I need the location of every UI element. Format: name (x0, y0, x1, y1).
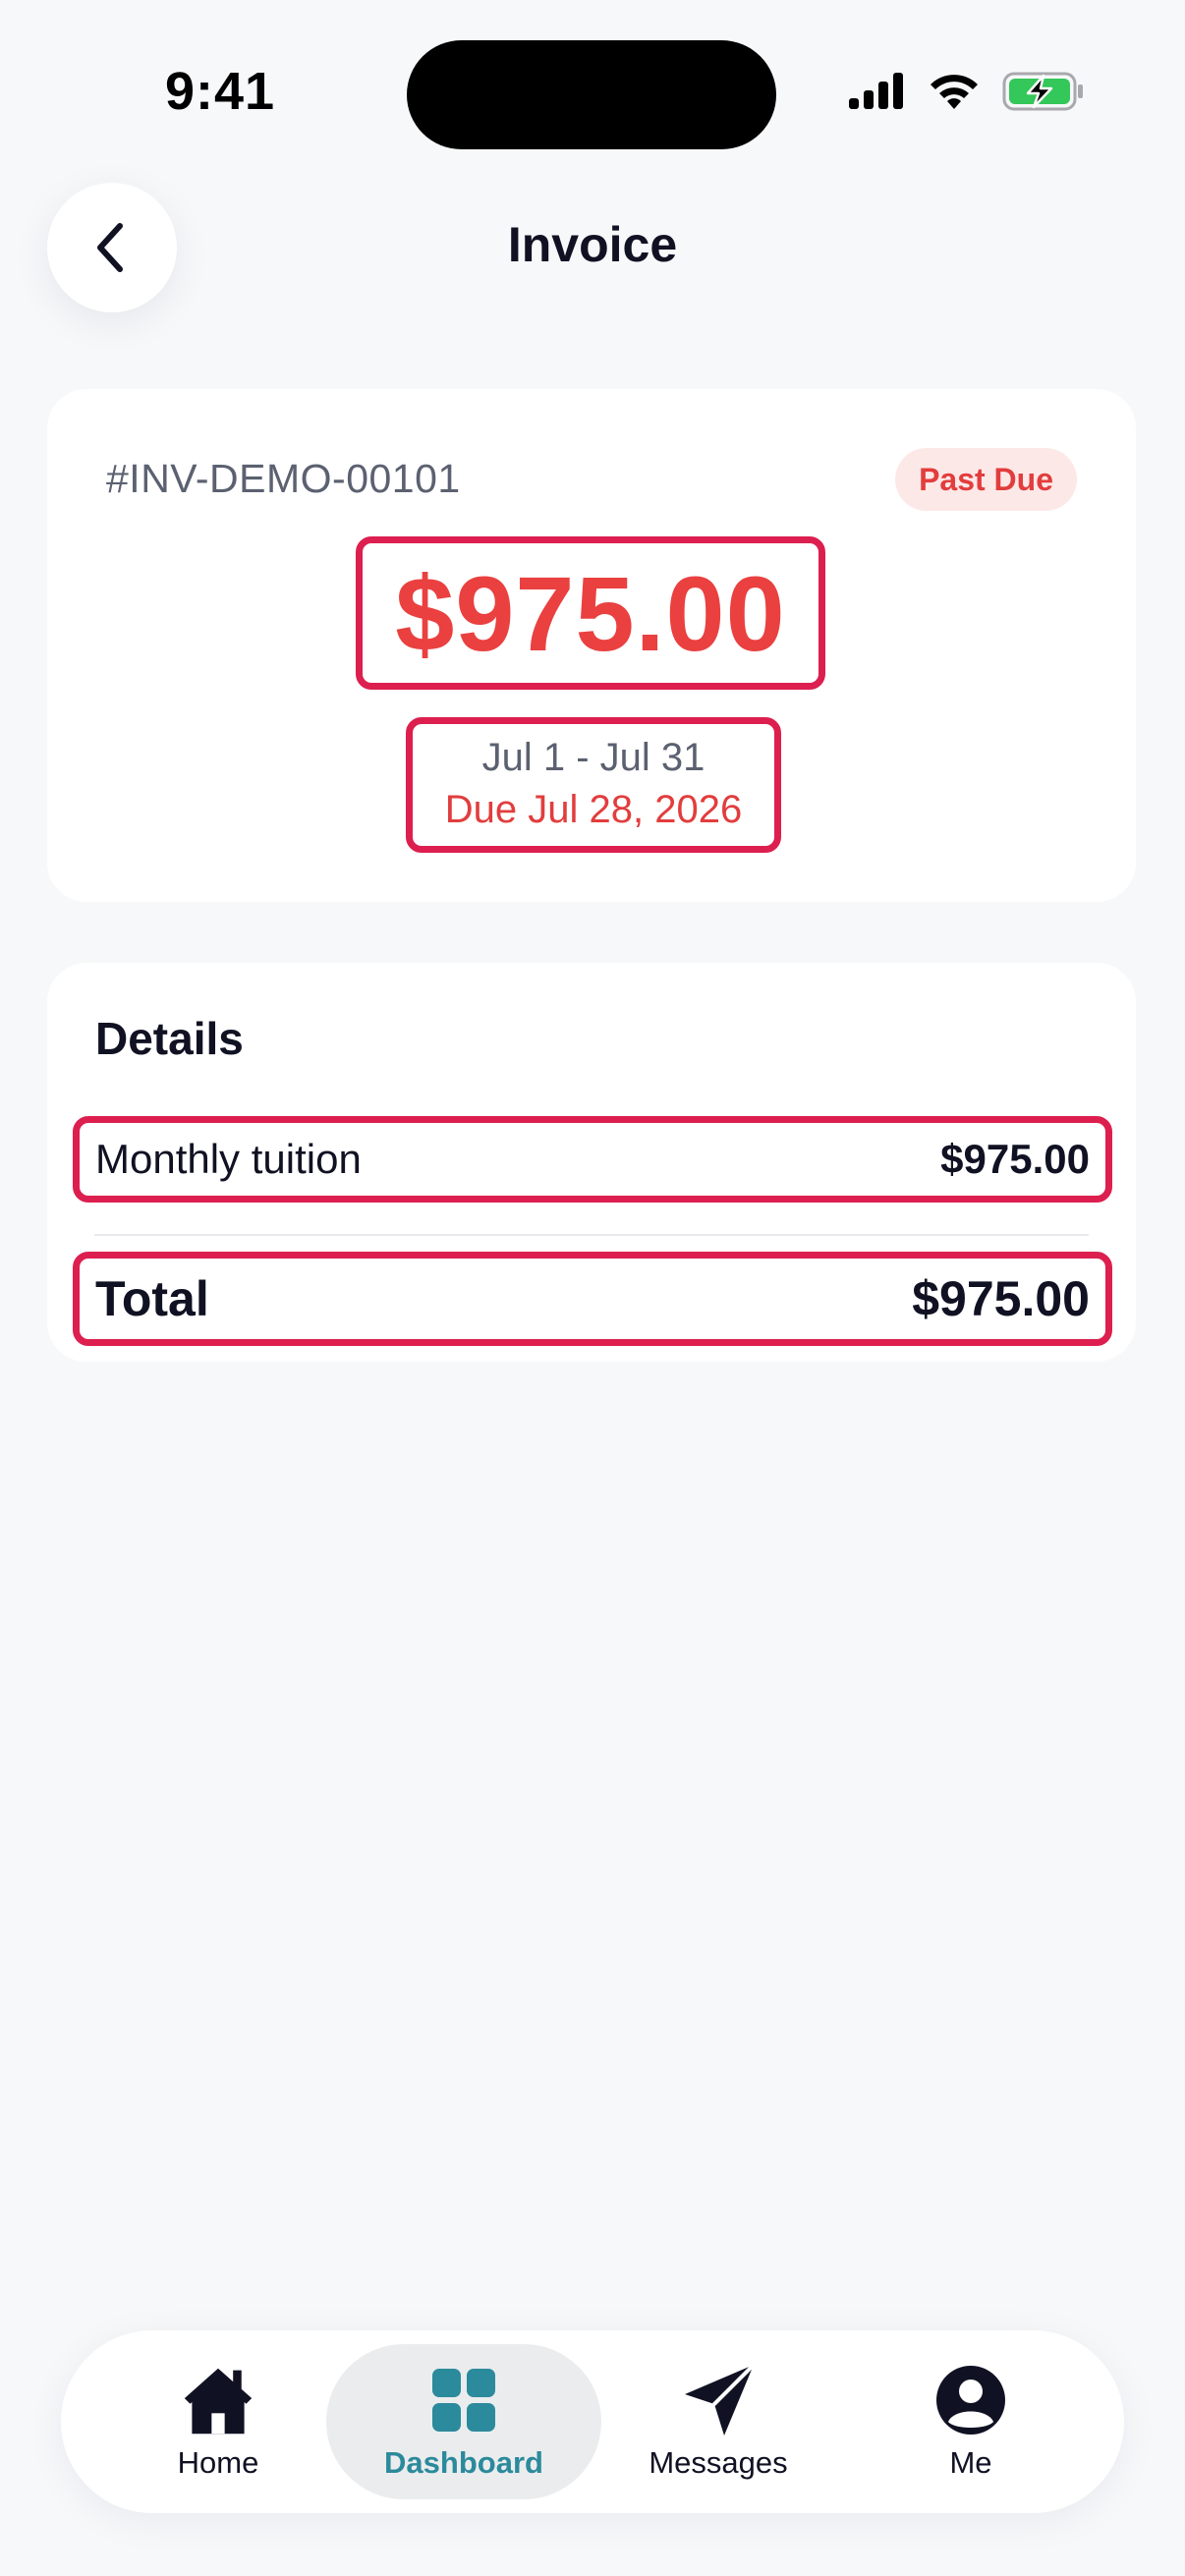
line-item: Monthly tuition $975.00 (73, 1116, 1112, 1203)
profile-icon (936, 2366, 1005, 2435)
invoice-summary-card: #INV-DEMO-00101 Past Due $975.00 Jul 1 -… (47, 389, 1136, 902)
status-bar: 9:41 (0, 0, 1185, 187)
status-badge: Past Due (895, 448, 1077, 511)
status-icons (847, 71, 1085, 112)
tab-me-label: Me (949, 2445, 992, 2480)
home-icon (184, 2368, 253, 2435)
total-amount: $975.00 (912, 1271, 1090, 1326)
paper-plane-icon (685, 2363, 756, 2436)
total-row: Total $975.00 (73, 1252, 1112, 1346)
divider (94, 1234, 1089, 1236)
dynamic-island (407, 40, 776, 149)
tab-dashboard[interactable]: Dashboard (326, 2344, 601, 2499)
line-item-amount: $975.00 (940, 1136, 1090, 1182)
tab-home-label: Home (177, 2445, 259, 2480)
tab-home[interactable]: Home (81, 2344, 356, 2499)
tab-messages[interactable]: Messages (581, 2344, 856, 2499)
dates-highlight: Jul 1 - Jul 31 Due Jul 28, 2026 (406, 717, 781, 853)
battery-charging-icon (1002, 72, 1083, 111)
page-title: Invoice (507, 217, 678, 272)
due-date: Due Jul 28, 2026 (444, 788, 743, 831)
details-title: Details (95, 1013, 244, 1064)
line-item-label: Monthly tuition (95, 1136, 362, 1182)
tab-dashboard-label: Dashboard (384, 2445, 543, 2480)
amount-highlight: $975.00 (356, 536, 825, 690)
details-card: Details Monthly tuition $975.00 Total $9… (47, 963, 1136, 1362)
cellular-signal-icon (849, 73, 903, 109)
tab-me[interactable]: Me (833, 2344, 1108, 2499)
invoice-number: #INV-DEMO-00101 (106, 456, 461, 501)
bottom-tab-bar: Home Dashboard Messages Me (61, 2330, 1124, 2513)
status-time: 9:41 (165, 62, 276, 121)
billing-period: Jul 1 - Jul 31 (481, 736, 705, 779)
wifi-icon (931, 75, 978, 109)
total-label: Total (95, 1271, 209, 1326)
tab-messages-label: Messages (649, 2445, 788, 2480)
invoice-amount: $975.00 (395, 553, 786, 673)
dashboard-grid-icon (432, 2369, 495, 2432)
